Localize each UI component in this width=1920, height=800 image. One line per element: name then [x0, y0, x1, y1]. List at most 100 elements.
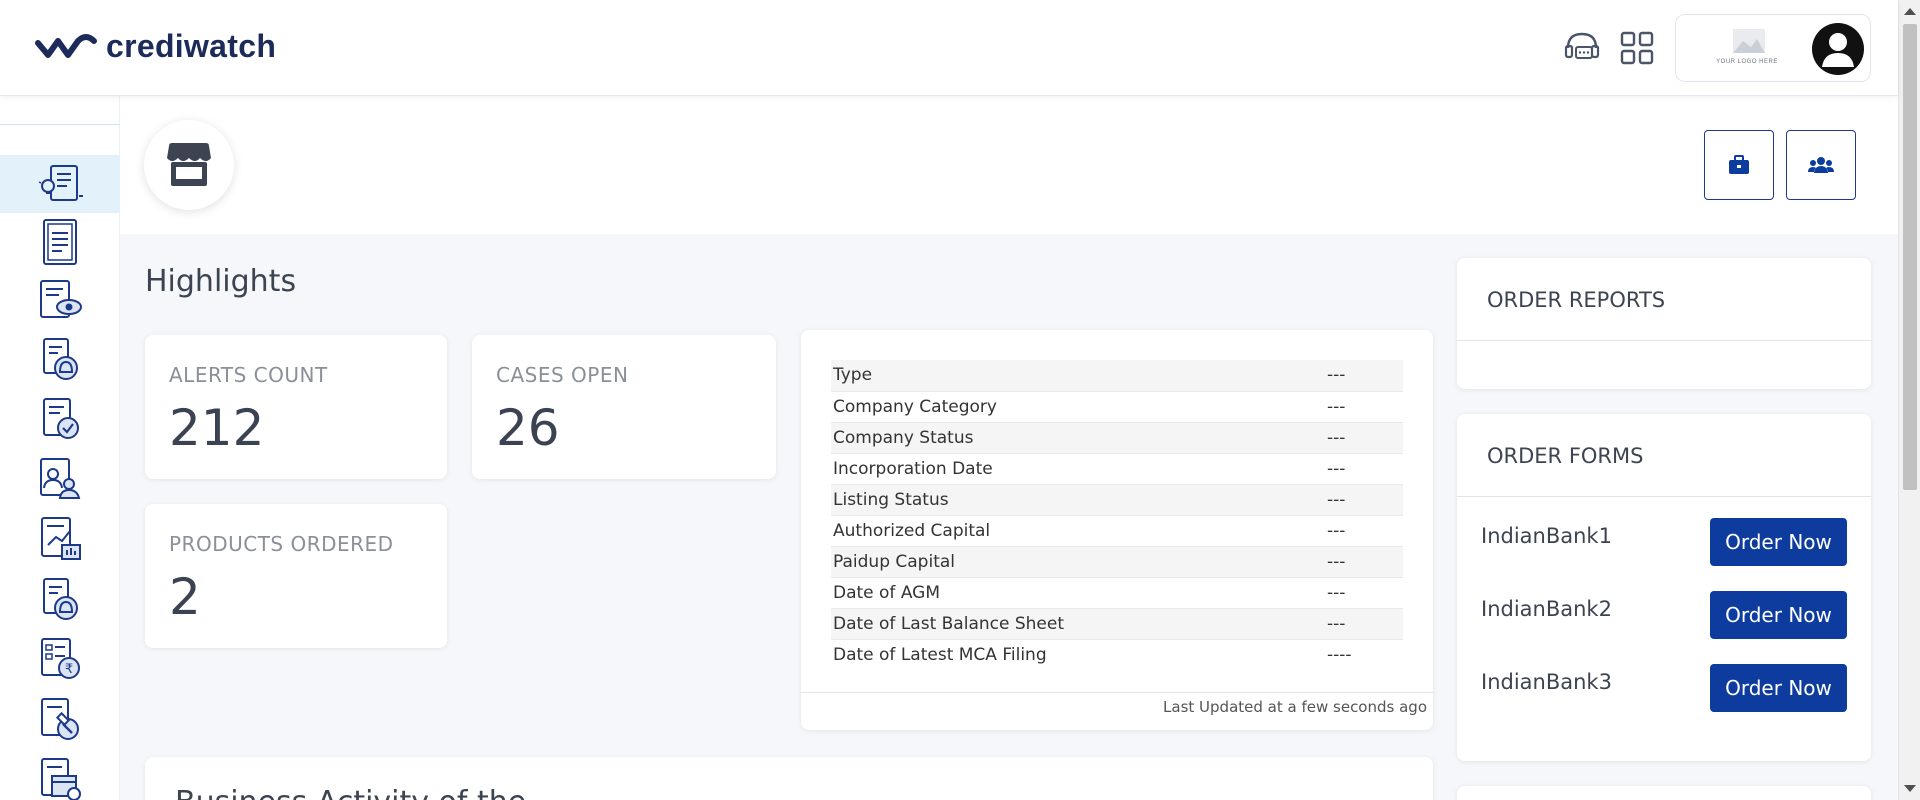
business-activity-title: Business Activity of the: [175, 785, 526, 800]
grid-icon[interactable]: [1617, 28, 1657, 68]
order-forms-title: ORDER FORMS: [1487, 444, 1644, 468]
document-icon: [43, 219, 77, 265]
brand-logo: YOUR LOGO HERE: [1706, 27, 1788, 71]
info-value: ---: [1325, 391, 1403, 423]
sidebar-item-analytics[interactable]: [0, 510, 120, 568]
order-forms-card: ORDER FORMS IndianBank1 Order Now Indian…: [1457, 414, 1871, 761]
card-divider: [1457, 340, 1871, 341]
alerts-count-value: 212: [169, 399, 265, 457]
cases-open-value: 26: [496, 399, 560, 457]
image-placeholder-icon: [1733, 29, 1765, 53]
info-label: Paidup Capital: [831, 546, 1325, 578]
order-now-button[interactable]: Order Now: [1710, 518, 1847, 566]
sidebar-divider: [0, 124, 120, 125]
sidebar-item-documents[interactable]: [0, 213, 120, 271]
info-value: ---: [1325, 577, 1403, 609]
alerts-count-label: ALERTS COUNT: [169, 363, 328, 387]
company-info-table: Type --- Company Category --- Company Stat…: [831, 360, 1403, 670]
card-divider: [1457, 496, 1871, 497]
highlights-title: Highlights: [145, 264, 297, 299]
order-form-name: IndianBank3: [1481, 670, 1612, 694]
sidebar: ₹: [0, 96, 120, 800]
document-view-icon: [40, 280, 82, 318]
info-label: Authorized Capital: [831, 515, 1325, 547]
table-row: Date of AGM ---: [831, 577, 1403, 609]
crediwatch-logo[interactable]: crediwatch: [34, 28, 276, 65]
info-label: Date of Latest MCA Filing: [831, 639, 1325, 670]
document-alert-icon: [43, 578, 78, 620]
last-updated-text: Last Updated at a few seconds ago: [1163, 698, 1427, 716]
info-value: ---: [1325, 422, 1403, 454]
info-value: ---: [1325, 484, 1403, 516]
sidebar-item-insights[interactable]: [0, 155, 120, 213]
info-label: Date of AGM: [831, 577, 1325, 609]
company-info-card: Type --- Company Category --- Company Stat…: [801, 330, 1433, 730]
info-value: ---: [1325, 453, 1403, 485]
cases-open-card[interactable]: CASES OPEN 26: [472, 335, 776, 479]
brand-box: YOUR LOGO HERE: [1675, 14, 1871, 82]
info-label: Date of Last Balance Sheet: [831, 608, 1325, 640]
sidebar-item-legal[interactable]: [0, 690, 120, 748]
document-rupee-icon: ₹: [41, 638, 80, 679]
sidebar-item-alerts-2[interactable]: [0, 570, 120, 628]
next-sidebar-card: [1457, 786, 1871, 800]
company-subheader: [120, 96, 1898, 234]
svg-text:₹: ₹: [65, 662, 73, 677]
info-value: ---: [1325, 360, 1403, 392]
sidebar-item-finance[interactable]: ₹: [0, 630, 120, 688]
order-form-name: IndianBank2: [1481, 597, 1612, 621]
top-header: crediwatch YOUR LOGO HERE: [0, 0, 1898, 96]
logo-text: crediwatch: [106, 28, 277, 64]
scroll-up-arrow-icon[interactable]: [1904, 8, 1916, 15]
table-row: Date of Last Balance Sheet ---: [831, 608, 1403, 640]
products-ordered-card[interactable]: PRODUCTS ORDERED 2: [145, 504, 447, 648]
brand-logo-text: YOUR LOGO HERE: [1716, 59, 1778, 65]
insights-report-icon: [38, 165, 83, 201]
users-button[interactable]: [1786, 130, 1856, 200]
order-now-button[interactable]: Order Now: [1710, 591, 1847, 639]
info-value: ---: [1325, 546, 1403, 578]
info-value: ---: [1325, 515, 1403, 547]
list-item: IndianBank1 Order Now: [1481, 518, 1847, 566]
cases-open-label: CASES OPEN: [496, 363, 629, 387]
list-item: IndianBank3 Order Now: [1481, 664, 1847, 712]
order-now-button[interactable]: Order Now: [1710, 664, 1847, 712]
alerts-count-card[interactable]: ALERTS COUNT 212: [145, 335, 447, 479]
scrollbar-thumb[interactable]: [1903, 24, 1917, 490]
users-icon: [1808, 157, 1834, 173]
table-row: Company Category ---: [831, 391, 1403, 423]
sidebar-item-calendar[interactable]: [0, 750, 120, 800]
info-label: Listing Status: [831, 484, 1325, 516]
crediwatch-logo-mark: [35, 33, 97, 58]
main-content: Highlights ALERTS COUNT 212 CASES OPEN 2…: [120, 96, 1898, 800]
info-card-divider: [801, 692, 1433, 693]
order-form-name: IndianBank1: [1481, 524, 1612, 548]
document-calendar-icon: [41, 758, 81, 800]
headset-icon[interactable]: [1562, 28, 1602, 68]
scroll-down-arrow-icon[interactable]: [1904, 785, 1916, 792]
info-label: Company Status: [831, 422, 1325, 454]
sidebar-item-alerts[interactable]: [0, 330, 120, 388]
info-value: ---: [1325, 608, 1403, 640]
document-chart-icon: [41, 517, 81, 560]
info-label: Company Category: [831, 391, 1325, 423]
portfolio-button[interactable]: [1704, 130, 1774, 200]
table-row: Paidup Capital ---: [831, 546, 1403, 578]
sidebar-item-monitoring[interactable]: [0, 271, 120, 329]
sidebar-item-people[interactable]: [0, 450, 120, 508]
info-value: ----: [1325, 639, 1403, 670]
order-reports-card: ORDER REPORTS: [1457, 258, 1871, 389]
user-avatar-icon[interactable]: [1812, 23, 1864, 75]
business-activity-card: Business Activity of the: [145, 757, 1433, 800]
table-row: Authorized Capital ---: [831, 515, 1403, 547]
briefcase-icon: [1729, 155, 1749, 174]
list-item: IndianBank2 Order Now: [1481, 591, 1847, 639]
table-row: Company Status ---: [831, 422, 1403, 454]
table-row: Type ---: [831, 360, 1403, 392]
products-ordered-label: PRODUCTS ORDERED: [169, 532, 394, 556]
document-legal-icon: [41, 698, 79, 740]
sidebar-item-verification[interactable]: [0, 390, 120, 448]
store-badge: [144, 120, 234, 210]
page-scrollbar[interactable]: [1898, 0, 1920, 800]
document-check-icon: [43, 398, 79, 439]
